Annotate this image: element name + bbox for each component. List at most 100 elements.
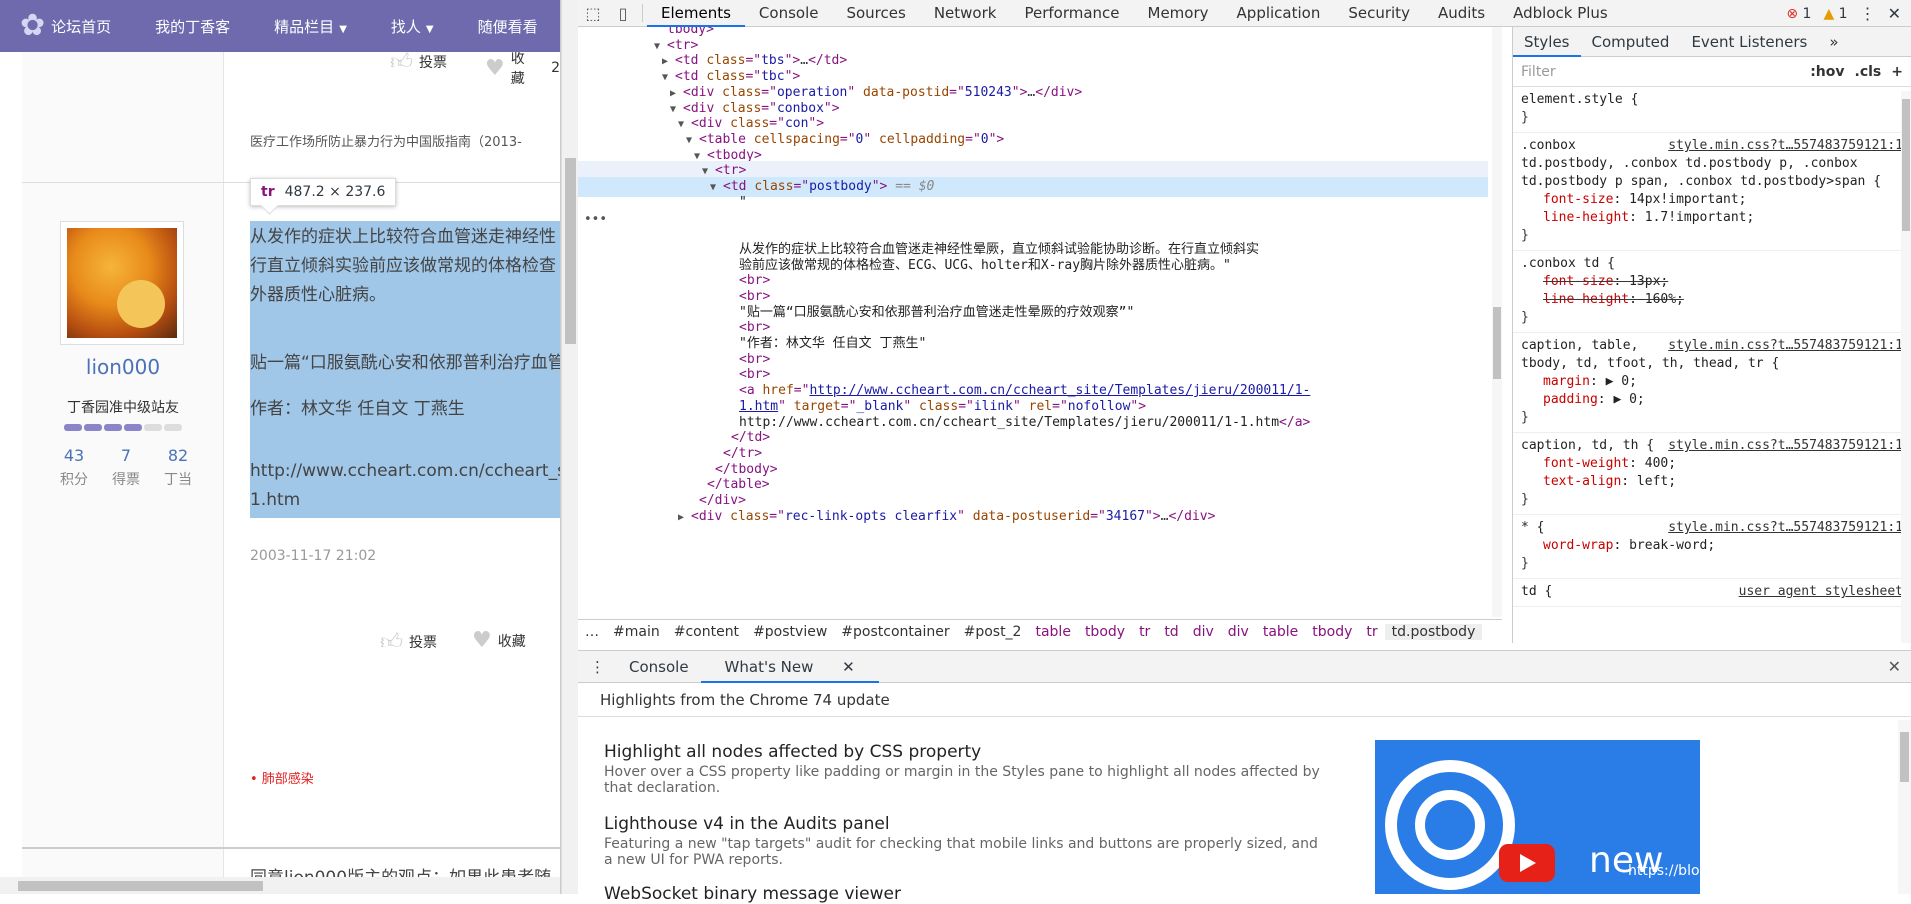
- tab-adblock-plus[interactable]: Adblock Plus: [1499, 0, 1622, 27]
- scrollbar-thumb[interactable]: [565, 158, 576, 344]
- related-topic-link[interactable]: • 肺部感染: [250, 768, 314, 787]
- property-name[interactable]: padding: [1543, 392, 1598, 407]
- rule-selector[interactable]: element.style {: [1521, 91, 1903, 109]
- more-menu-icon[interactable]: ⋮: [1860, 4, 1876, 23]
- tab-sources[interactable]: Sources: [832, 0, 919, 27]
- property-name[interactable]: text-align: [1543, 474, 1621, 489]
- username-link[interactable]: lion000: [22, 355, 224, 379]
- inspect-element-icon[interactable]: ⬚: [578, 4, 608, 23]
- nav-item-find-people[interactable]: 找人 ▼: [391, 16, 434, 37]
- more-tabs-icon[interactable]: »: [1818, 27, 1849, 57]
- dxy-logo-icon[interactable]: ✿: [20, 7, 45, 45]
- breadcrumb-item[interactable]: td: [1157, 624, 1185, 640]
- expand-triangle-icon[interactable]: ▶: [678, 508, 691, 527]
- scrollbar-thumb[interactable]: [1493, 307, 1501, 379]
- nav-item-browse[interactable]: 随便看看: [478, 16, 538, 37]
- breadcrumb-item[interactable]: …: [578, 624, 606, 640]
- css-property[interactable]: line-height: 1.7!important;: [1521, 209, 1903, 227]
- hov-toggle[interactable]: :hov: [1810, 63, 1844, 81]
- property-name[interactable]: font-size: [1543, 274, 1613, 289]
- feature-title[interactable]: Highlight all nodes affected by CSS prop…: [604, 742, 1324, 762]
- close-drawer-icon[interactable]: ✕: [1888, 657, 1901, 676]
- property-name[interactable]: line-height: [1543, 210, 1629, 225]
- prev-fav-button[interactable]: ♥ 收藏 2: [485, 48, 560, 88]
- property-value[interactable]: : break-word;: [1613, 538, 1715, 553]
- tab-application[interactable]: Application: [1223, 0, 1335, 27]
- tab-event-listeners[interactable]: Event Listeners: [1680, 27, 1818, 57]
- tab-styles[interactable]: Styles: [1513, 27, 1581, 57]
- feature-title[interactable]: WebSocket binary message viewer: [604, 884, 1324, 904]
- tab-network[interactable]: Network: [920, 0, 1011, 27]
- property-value[interactable]: : ▶ 0;: [1590, 374, 1637, 389]
- vote-button[interactable]: 👍︎ 投票: [380, 628, 437, 655]
- breadcrumb-item[interactable]: tbody: [1305, 624, 1359, 640]
- page-horizontal-scrollbar[interactable]: [0, 877, 560, 894]
- breadcrumb-item[interactable]: table: [1028, 624, 1077, 640]
- styles-filter-input[interactable]: Filter: [1521, 63, 1800, 81]
- rule-source-link[interactable]: style.min.css?t…557483759121:1: [1668, 337, 1903, 355]
- feature-title[interactable]: Lighthouse v4 in the Audits panel: [604, 814, 1324, 834]
- css-property[interactable]: text-align: left;: [1521, 473, 1903, 491]
- rule-source-link[interactable]: style.min.css?t…557483759121:1: [1668, 137, 1903, 155]
- property-value[interactable]: : 13px;: [1613, 274, 1668, 289]
- prev-vote-button[interactable]: 👍︎ 投票: [390, 48, 447, 75]
- property-value[interactable]: : left;: [1621, 474, 1676, 489]
- scrollbar-thumb[interactable]: [18, 881, 263, 891]
- drawer-menu-icon[interactable]: ⋮: [578, 651, 617, 683]
- device-toolbar-icon[interactable]: ▯: [608, 4, 638, 23]
- tab-console[interactable]: Console: [745, 0, 833, 27]
- breadcrumb-item[interactable]: div: [1186, 624, 1221, 640]
- rule-source-link[interactable]: user agent stylesheet: [1739, 583, 1903, 601]
- dom-node-line[interactable]: ▶ <div class="rec-link-opts clearfix" dat…: [578, 507, 1488, 527]
- nav-item-my-dxy[interactable]: 我的丁香客: [155, 16, 230, 37]
- css-property[interactable]: word-wrap: break-word;: [1521, 537, 1903, 555]
- property-name[interactable]: font-size: [1543, 192, 1613, 207]
- css-property[interactable]: font-weight: 400;: [1521, 455, 1903, 473]
- stat-votes[interactable]: 7 得票: [101, 446, 151, 489]
- breadcrumb-item[interactable]: table: [1256, 624, 1305, 640]
- youtube-play-icon[interactable]: [1499, 844, 1555, 882]
- tab-audits[interactable]: Audits: [1424, 0, 1499, 27]
- css-property[interactable]: line-height: 160%;: [1521, 291, 1903, 309]
- breadcrumb-item[interactable]: #postcontainer: [834, 624, 956, 640]
- scrollbar-thumb[interactable]: [1900, 732, 1909, 782]
- breadcrumb-item[interactable]: #postview: [746, 624, 834, 640]
- post-link[interactable]: http://www.ccheart.com.cn/ccheart_s: [250, 461, 560, 481]
- close-tab-icon[interactable]: ✕: [830, 658, 867, 676]
- breadcrumb-item[interactable]: td.postbody: [1384, 623, 1483, 640]
- drawer-tab-whats-new[interactable]: What's New ✕: [700, 651, 879, 683]
- stat-dingdang[interactable]: 82 丁当: [153, 446, 203, 489]
- property-name[interactable]: margin: [1543, 374, 1590, 389]
- elements-scrollbar[interactable]: [1492, 27, 1502, 617]
- css-property[interactable]: padding: ▶ 0;: [1521, 391, 1903, 409]
- property-value[interactable]: : 14px!important;: [1613, 192, 1746, 207]
- scrollbar-thumb[interactable]: [1902, 99, 1910, 231]
- breadcrumb-item[interactable]: tr: [1132, 624, 1157, 640]
- styles-scrollbar[interactable]: [1901, 91, 1911, 643]
- breadcrumb-item[interactable]: #content: [667, 624, 746, 640]
- breadcrumb-item[interactable]: div: [1221, 624, 1256, 640]
- close-devtools-icon[interactable]: ✕: [1888, 4, 1901, 23]
- breadcrumb-item[interactable]: #post_2: [957, 624, 1029, 640]
- post-link[interactable]: 1.htm: [250, 490, 560, 510]
- tab-elements[interactable]: Elements: [647, 0, 745, 27]
- property-name[interactable]: font-weight: [1543, 456, 1629, 471]
- page-vertical-scrollbar[interactable]: [561, 0, 578, 894]
- breadcrumb-item[interactable]: tr: [1359, 624, 1384, 640]
- drawer-tab-console[interactable]: Console: [617, 651, 701, 683]
- css-property[interactable]: font-size: 13px;: [1521, 273, 1903, 291]
- property-name[interactable]: line-height: [1543, 292, 1629, 307]
- property-value[interactable]: : 160%;: [1629, 292, 1684, 307]
- property-value[interactable]: : 1.7!important;: [1629, 210, 1754, 225]
- warning-counter[interactable]: ▲ 1: [1823, 6, 1847, 22]
- user-avatar[interactable]: [60, 221, 184, 345]
- property-value[interactable]: : ▶ 0;: [1598, 392, 1645, 407]
- new-rule-icon[interactable]: +: [1891, 63, 1903, 81]
- nav-item-featured[interactable]: 精品栏目 ▼: [274, 16, 347, 37]
- cls-toggle[interactable]: .cls: [1855, 63, 1882, 81]
- tab-memory[interactable]: Memory: [1134, 0, 1223, 27]
- error-counter[interactable]: ⊗ 1: [1786, 6, 1811, 22]
- tab-computed[interactable]: Computed: [1581, 27, 1681, 57]
- drawer-scrollbar[interactable]: [1898, 720, 1911, 894]
- node-menu-icon[interactable]: •••: [584, 212, 607, 227]
